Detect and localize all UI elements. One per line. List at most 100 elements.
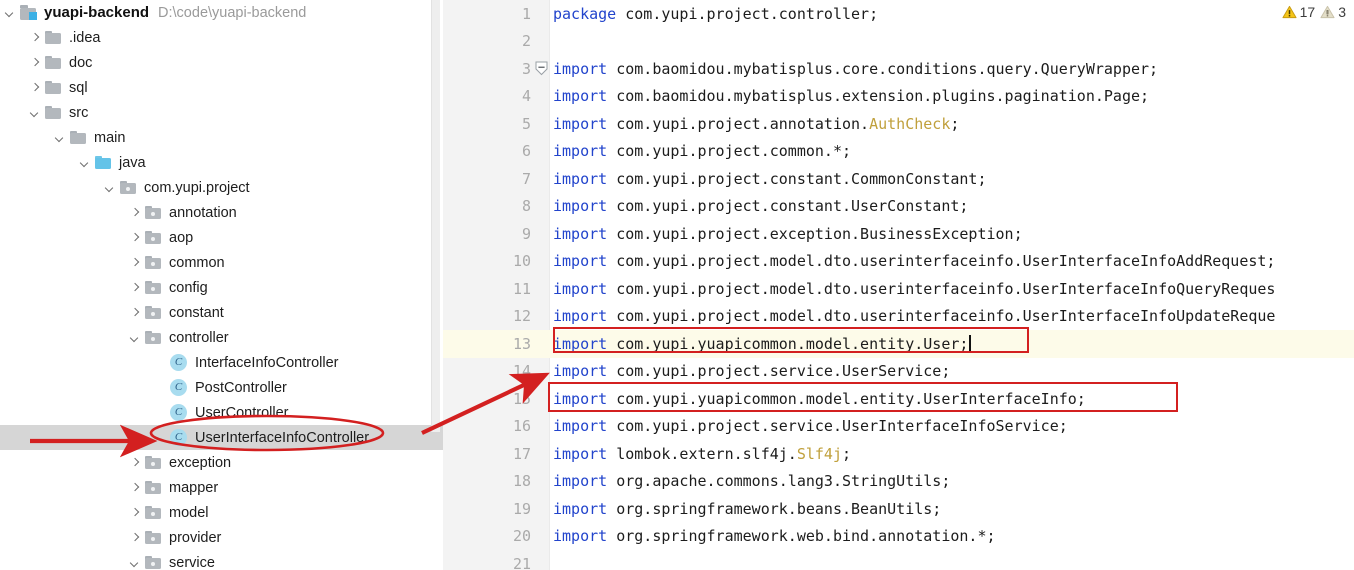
tree-row-service[interactable]: service: [0, 550, 443, 570]
line-number: 8: [521, 197, 531, 216]
tree-row-exception[interactable]: exception: [0, 450, 443, 475]
chevron-down-icon[interactable]: [129, 331, 142, 344]
line-number: 5: [521, 114, 531, 133]
package-icon: [145, 330, 161, 345]
code-content[interactable]: 1 package com.yupi.project.controller; 2 3 i…: [443, 0, 1354, 570]
tree-row-annotation[interactable]: annotation: [0, 200, 443, 225]
code-line[interactable]: 19 import org.springframework.beans.BeanU…: [443, 495, 1354, 523]
project-root-path: D:\code\yuapi-backend: [158, 4, 307, 21]
code-line[interactable]: 9 import com.yupi.project.exception.Busin…: [443, 220, 1354, 248]
tree-row-controller[interactable]: controller: [0, 325, 443, 350]
tree-item-label: UserController: [195, 404, 289, 421]
chevron-down-icon[interactable]: [104, 181, 117, 194]
chevron-right-icon[interactable]: [129, 531, 142, 544]
code-line[interactable]: 5 import com.yupi.project.annotation. Auth…: [443, 110, 1354, 138]
line-number: 14: [512, 362, 531, 381]
chevron-right-icon[interactable]: [129, 281, 142, 294]
code-line[interactable]: 11 import com.yupi.project.model.dto.user…: [443, 275, 1354, 303]
chevron-right-icon[interactable]: [29, 81, 42, 94]
tree-row-project-root[interactable]: yuapi-backend D:\code\yuapi-backend: [0, 0, 443, 25]
code-line[interactable]: 10 import com.yupi.project.model.dto.user…: [443, 248, 1354, 276]
project-tree-panel[interactable]: yuapi-backend D:\code\yuapi-backend .ide…: [0, 0, 443, 570]
code-line[interactable]: 1 package com.yupi.project.controller;: [443, 0, 1354, 28]
code-token: import: [553, 444, 617, 463]
tree-row-java[interactable]: java: [0, 150, 443, 175]
chevron-right-icon[interactable]: [129, 456, 142, 469]
tree-row-doc[interactable]: doc: [0, 50, 443, 75]
code-token: com.yupi.project.exception.BusinessExcep…: [616, 224, 1023, 243]
code-token: import: [553, 59, 617, 78]
code-line[interactable]: 21: [443, 550, 1354, 570]
line-number: 20: [512, 527, 531, 546]
warning-group[interactable]: 17: [1282, 4, 1316, 20]
chevron-down-icon[interactable]: [54, 131, 67, 144]
code-token: import: [553, 279, 617, 298]
code-line[interactable]: 17 import lombok.extern.slf4j. Slf4j;: [443, 440, 1354, 468]
tree-scrollbar[interactable]: [431, 0, 440, 432]
chevron-down-icon[interactable]: [4, 6, 17, 19]
tree-row-mapper[interactable]: mapper: [0, 475, 443, 500]
folder-icon: [70, 130, 86, 145]
tree-row-provider[interactable]: provider: [0, 525, 443, 550]
line-number: 12: [512, 307, 531, 326]
code-line[interactable]: 14 import com.yupi.project.service.UserSe…: [443, 358, 1354, 386]
code-line[interactable]: 13 import com.yupi.yuapicommon.model.enti…: [443, 330, 1354, 358]
code-line[interactable]: 6 import com.yupi.project.common.*;: [443, 138, 1354, 166]
code-line[interactable]: 4 import com.baomidou.mybatisplus.extensi…: [443, 83, 1354, 111]
chevron-down-icon[interactable]: [79, 156, 92, 169]
line-number: 15: [512, 389, 531, 408]
code-line[interactable]: 12 import com.yupi.project.model.dto.user…: [443, 303, 1354, 331]
chevron-right-icon[interactable]: [129, 506, 142, 519]
tree-row-common[interactable]: common: [0, 250, 443, 275]
code-token: com.yupi.project.service.UserService;: [616, 362, 951, 381]
line-number: 9: [521, 224, 531, 243]
tree-row-interfaceinfocontroller[interactable]: C InterfaceInfoController: [0, 350, 443, 375]
java-class-icon: C: [170, 429, 187, 446]
line-number: 17: [512, 444, 531, 463]
chevron-right-icon[interactable]: [129, 306, 142, 319]
code-line[interactable]: 7 import com.yupi.project.constant.Common…: [443, 165, 1354, 193]
code-token: com.yupi.project.constant.UserConstant;: [616, 197, 969, 216]
tree-row-model[interactable]: model: [0, 500, 443, 525]
code-line[interactable]: 16 import com.yupi.project.service.UserIn…: [443, 413, 1354, 441]
chevron-down-icon[interactable]: [29, 106, 42, 119]
tree-row-userinterfaceinfocontroller[interactable]: C UserInterfaceInfoController: [0, 425, 443, 450]
chevron-down-icon[interactable]: [129, 556, 142, 569]
chevron-right-icon[interactable]: [129, 231, 142, 244]
chevron-right-icon[interactable]: [129, 206, 142, 219]
code-fold-icon[interactable]: [535, 61, 548, 76]
chevron-right-icon[interactable]: [129, 481, 142, 494]
tree-row-sql[interactable]: sql: [0, 75, 443, 100]
code-line[interactable]: 8 import com.yupi.project.constant.UserCo…: [443, 193, 1354, 221]
code-token: org.apache.commons.lang3.StringUtils;: [616, 472, 951, 491]
code-token: ;: [842, 444, 852, 463]
warning-triangle-icon: [1282, 5, 1297, 19]
code-token: import: [553, 169, 617, 188]
weak-warning-group[interactable]: 3: [1320, 4, 1346, 20]
chevron-right-icon[interactable]: [29, 31, 42, 44]
tree-row-main[interactable]: main: [0, 125, 443, 150]
tree-row--idea[interactable]: .idea: [0, 25, 443, 50]
inspection-widget[interactable]: 17 3: [1282, 4, 1346, 20]
tree-row-com-yupi-project[interactable]: com.yupi.project: [0, 175, 443, 200]
code-editor[interactable]: 1 package com.yupi.project.controller; 2 3 i…: [443, 0, 1354, 570]
chevron-right-icon[interactable]: [29, 56, 42, 69]
code-line[interactable]: 20 import org.springframework.web.bind.an…: [443, 523, 1354, 551]
code-line[interactable]: 3 import com.baomidou.mybatisplus.core.co…: [443, 55, 1354, 83]
tree-row-postcontroller[interactable]: C PostController: [0, 375, 443, 400]
tree-row-aop[interactable]: aop: [0, 225, 443, 250]
code-line[interactable]: 18 import org.apache.commons.lang3.String…: [443, 468, 1354, 496]
package-icon: [145, 480, 161, 495]
tree-row-usercontroller[interactable]: C UserController: [0, 400, 443, 425]
tree-row-src[interactable]: src: [0, 100, 443, 125]
chevron-right-icon[interactable]: [129, 256, 142, 269]
tree-row-constant[interactable]: constant: [0, 300, 443, 325]
tree-row-config[interactable]: config: [0, 275, 443, 300]
tree-item-label: java: [119, 154, 146, 171]
tree-item-label: common: [169, 254, 225, 271]
code-token: import: [553, 527, 617, 546]
code-line[interactable]: 15 import com.yupi.yuapicommon.model.enti…: [443, 385, 1354, 413]
code-line[interactable]: 2: [443, 28, 1354, 56]
warning-count: 17: [1299, 4, 1316, 20]
